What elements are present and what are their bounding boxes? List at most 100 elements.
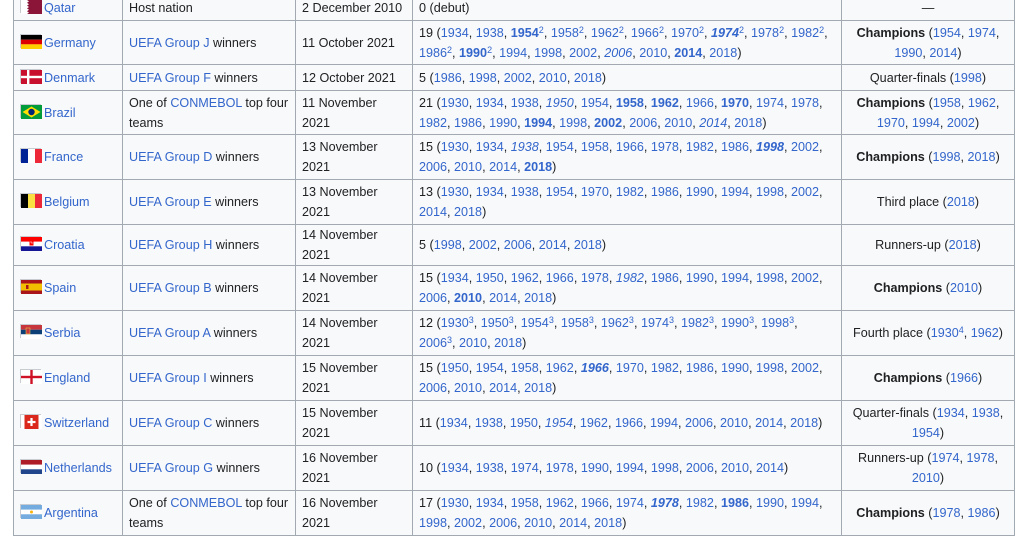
prev-link[interactable]: 19582 <box>551 25 584 40</box>
method-link[interactable]: UEFA Group H <box>129 238 212 252</box>
prev-segment[interactable]: 2014 <box>489 291 517 305</box>
prev-link[interactable]: 19623 <box>601 316 634 331</box>
prev-link[interactable]: 1978 <box>651 140 679 154</box>
team-link[interactable]: Brazil <box>44 106 76 120</box>
method-link[interactable]: UEFA Group C <box>129 416 212 430</box>
prev-link[interactable]: 1990 <box>756 496 784 510</box>
prev-segment[interactable]: 1958 <box>511 496 539 510</box>
prev-segment[interactable]: 2006 <box>419 381 447 395</box>
prev-segment[interactable]: 1986 <box>419 46 447 60</box>
prev-segment[interactable]: 1966 <box>581 496 609 510</box>
prev-link[interactable]: 19823 <box>681 316 714 331</box>
prev-link[interactable]: 1938 <box>511 140 539 154</box>
prev-link[interactable]: 2014 <box>674 46 702 60</box>
prev-link[interactable]: 1962 <box>511 271 539 285</box>
best-link[interactable]: 1994 <box>912 116 940 130</box>
best-segment[interactable]: 1986 <box>968 506 996 520</box>
prev-segment[interactable]: 1990 <box>756 496 784 510</box>
prev-segment[interactable]: 1934 <box>476 140 504 154</box>
prev-link[interactable]: 2018 <box>709 46 737 60</box>
prev-link[interactable]: 2018 <box>454 205 482 219</box>
best-segment[interactable]: 1930 <box>931 326 959 340</box>
prev-link[interactable]: 2018 <box>494 336 522 350</box>
prev-segment[interactable]: 2006 <box>419 336 447 350</box>
prev-link[interactable]: 1998 <box>756 185 784 199</box>
prev-segment[interactable]: 2018 <box>734 116 762 130</box>
prev-link[interactable]: 1982 <box>419 116 447 130</box>
prev-link[interactable]: 1938 <box>476 461 504 475</box>
best-link[interactable]: 1990 <box>894 46 922 60</box>
method-link[interactable]: CONMEBOL <box>170 96 242 110</box>
prev-segment[interactable]: 2002 <box>454 516 482 530</box>
prev-segment[interactable]: 1930 <box>441 316 469 330</box>
prev-link[interactable]: 1958 <box>511 496 539 510</box>
prev-segment[interactable]: 1990 <box>459 46 487 60</box>
prev-segment[interactable]: 2002 <box>791 185 819 199</box>
prev-segment[interactable]: 1986 <box>434 71 462 85</box>
prev-link[interactable]: 1966 <box>686 96 714 110</box>
prev-segment[interactable]: 1986 <box>454 116 482 130</box>
prev-segment[interactable]: 1930 <box>441 496 469 510</box>
prev-link[interactable]: 2014 <box>489 381 517 395</box>
prev-segment[interactable]: 2010 <box>454 291 482 305</box>
prev-link[interactable]: 2002 <box>791 185 819 199</box>
method-link[interactable]: CONMEBOL <box>170 496 242 510</box>
prev-segment[interactable]: 2014 <box>419 205 447 219</box>
prev-link[interactable]: 1986 <box>721 140 749 154</box>
prev-segment[interactable]: 1994 <box>791 496 819 510</box>
prev-segment[interactable]: 1950 <box>441 361 469 375</box>
prev-link[interactable]: 2018 <box>524 160 552 174</box>
prev-segment[interactable]: 1998 <box>761 316 789 330</box>
prev-segment[interactable]: 1990 <box>686 271 714 285</box>
prev-link[interactable]: 1978 <box>581 271 609 285</box>
prev-link[interactable]: 1974 <box>616 496 644 510</box>
prev-link[interactable]: 1986 <box>686 361 714 375</box>
prev-segment[interactable]: 1986 <box>651 185 679 199</box>
prev-segment[interactable]: 2010 <box>721 461 749 475</box>
prev-link[interactable]: 1934 <box>440 416 468 430</box>
prev-link[interactable]: 1962 <box>546 361 574 375</box>
team-link[interactable]: Croatia <box>44 238 85 252</box>
prev-segment[interactable]: 1966 <box>546 271 574 285</box>
prev-segment[interactable]: 1958 <box>551 26 579 40</box>
best-link[interactable]: 2018 <box>949 238 977 252</box>
team-link[interactable]: Netherlands <box>44 461 112 475</box>
prev-segment[interactable]: 2018 <box>574 71 602 85</box>
prev-link[interactable]: 1978 <box>651 496 679 510</box>
prev-segment[interactable]: 2006 <box>489 516 517 530</box>
prev-segment[interactable]: 1994 <box>650 416 678 430</box>
prev-link[interactable]: 1962 <box>651 96 679 110</box>
best-segment[interactable]: 1970 <box>877 116 905 130</box>
method-link[interactable]: UEFA Group E <box>129 195 212 209</box>
best-segment[interactable]: 2002 <box>947 116 975 130</box>
prev-link[interactable]: 1938 <box>476 26 504 40</box>
prev-segment[interactable]: 1982 <box>791 26 819 40</box>
team-link[interactable]: Spain <box>44 281 76 295</box>
prev-link[interactable]: 1966 <box>581 496 609 510</box>
prev-segment[interactable]: 1966 <box>581 361 609 375</box>
prev-segment[interactable]: 2010 <box>454 160 482 174</box>
prev-segment[interactable]: 2002 <box>594 116 622 130</box>
prev-link[interactable]: 1966 <box>615 416 643 430</box>
best-segment[interactable]: 1990 <box>894 46 922 60</box>
prev-link[interactable]: 2006 <box>504 238 532 252</box>
prev-link[interactable]: 1974 <box>756 96 784 110</box>
method-link[interactable]: UEFA Group I <box>129 371 207 385</box>
prev-segment[interactable]: 2002 <box>791 271 819 285</box>
prev-link[interactable]: 19822 <box>791 25 824 40</box>
prev-link[interactable]: 1998 <box>756 140 784 154</box>
prev-link[interactable]: 1994 <box>524 116 552 130</box>
best-link[interactable]: 1970 <box>877 116 905 130</box>
best-segment[interactable]: 1974 <box>968 26 996 40</box>
prev-segment[interactable]: 1982 <box>686 140 714 154</box>
prev-link[interactable]: 1938 <box>511 96 539 110</box>
prev-link[interactable]: 1962 <box>580 416 608 430</box>
prev-segment[interactable]: 1934 <box>441 26 469 40</box>
prev-link[interactable]: 1958 <box>581 140 609 154</box>
prev-link[interactable]: 20063 <box>419 336 452 351</box>
prev-segment[interactable]: 1950 <box>476 271 504 285</box>
prev-segment[interactable]: 1930 <box>441 185 469 199</box>
prev-segment[interactable]: 2014 <box>756 461 784 475</box>
prev-segment[interactable]: 1966 <box>686 96 714 110</box>
prev-segment[interactable]: 1938 <box>476 461 504 475</box>
